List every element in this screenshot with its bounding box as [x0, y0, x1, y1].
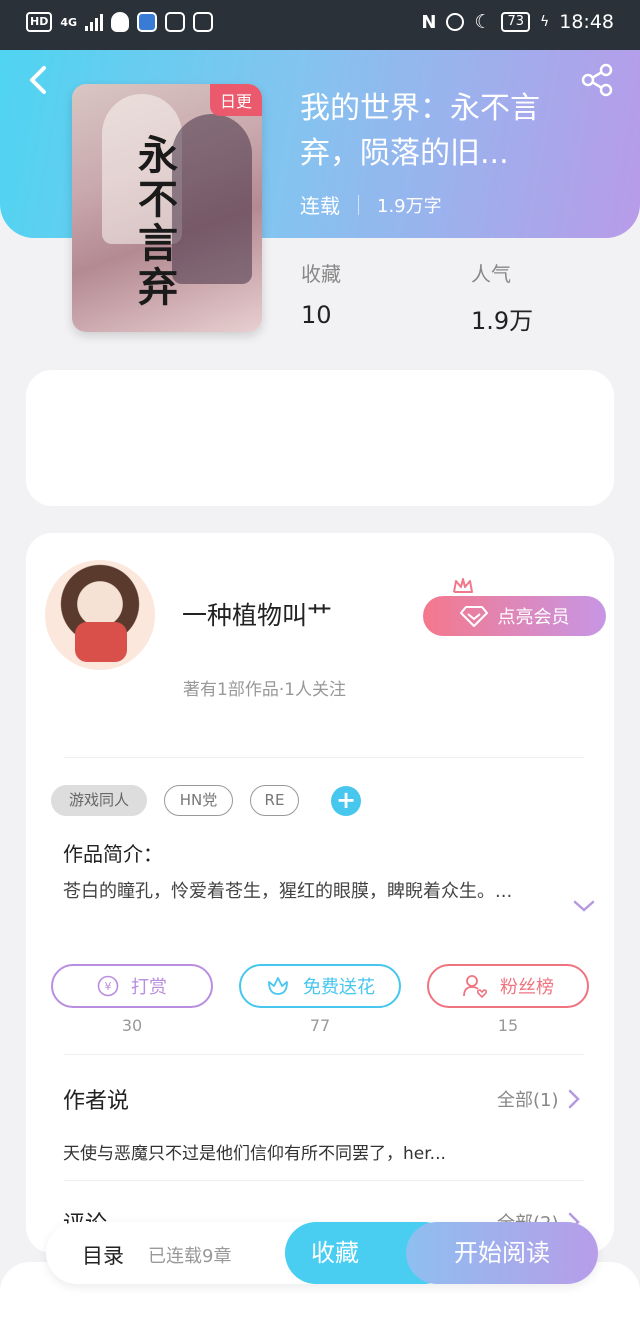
stat-label: 人气	[471, 262, 511, 286]
fan-ranking-label: 粉丝榜	[500, 977, 554, 998]
book-meta: 连载 1.9万字	[300, 190, 442, 219]
author-name[interactable]: 一种植物叫艹	[182, 596, 332, 632]
hd-indicator: HD	[26, 12, 53, 32]
vip-button-label: 点亮会员	[497, 607, 570, 628]
crown-icon	[453, 578, 473, 593]
qq-icon	[111, 12, 130, 32]
tip-label: 打赏	[131, 977, 167, 998]
author-says-all-link[interactable]: 全部(1)	[497, 1086, 581, 1112]
word-count: 1.9万字	[377, 195, 442, 217]
gallery-app-icon	[193, 12, 214, 32]
cover-char: 不	[138, 176, 178, 223]
cover-char: 言	[138, 220, 178, 267]
svg-text:¥: ¥	[105, 980, 112, 993]
book-title-line: 我的世界：永不言	[300, 91, 540, 126]
moon-icon: ☾	[474, 11, 492, 33]
chevron-right-icon	[568, 1089, 580, 1109]
book-title-line: 弃，陨落的旧...	[300, 136, 509, 171]
author-subtitle: 著有1部作品·1人关注	[183, 680, 347, 700]
status-bar: HD 4G N ☾ 73 ϟ 18:48	[0, 0, 640, 50]
stat-popularity: 人气 1.9万	[471, 258, 533, 336]
add-tag-button[interactable]: +	[331, 786, 361, 816]
divider	[64, 757, 584, 758]
yen-coin-icon: ¥	[97, 975, 119, 997]
back-arrow-icon[interactable]	[24, 62, 54, 98]
meta-divider	[358, 194, 359, 215]
signal-icon	[85, 13, 104, 31]
stat-value: 1.9万	[471, 307, 534, 335]
fan-user-icon	[463, 975, 488, 998]
start-reading-button[interactable]: 开始阅读	[406, 1222, 598, 1284]
tag-re[interactable]: RE	[250, 785, 299, 816]
divider	[64, 1180, 584, 1181]
cover-char: 永	[138, 132, 178, 179]
author-says-title: 作者说	[63, 1089, 130, 1114]
serial-status: 连载	[300, 194, 340, 218]
fan-count: 15	[497, 1016, 519, 1035]
alarm-icon	[446, 13, 465, 31]
stat-label: 收藏	[301, 262, 341, 286]
network-type: 4G	[60, 15, 78, 29]
clock-time: 18:48	[559, 11, 614, 33]
tip-button[interactable]: ¥ 打赏	[51, 964, 213, 1008]
chevron-down-icon[interactable]	[572, 896, 596, 916]
intro-text: 苍白的瞳孔，怜爱着苍生，猩红的眼膜，睥睨着众生。...	[63, 881, 513, 902]
nfc-icon: N	[421, 11, 437, 33]
flower-icon	[268, 977, 288, 995]
diamond-icon	[459, 606, 488, 627]
bulb-app-icon	[137, 12, 158, 32]
flower-count: 77	[309, 1016, 331, 1035]
send-flower-button[interactable]: 免费送花	[239, 964, 401, 1008]
tip-count: 30	[121, 1016, 143, 1035]
book-cover[interactable]: 永 不 言 弃 日更	[72, 84, 262, 332]
cover-calligraphy: 永 不 言 弃	[128, 134, 188, 310]
vip-button[interactable]: 点亮会员	[423, 596, 606, 636]
divider	[64, 1054, 584, 1055]
tag-hn[interactable]: HN党	[164, 785, 233, 816]
author-avatar[interactable]	[45, 560, 155, 670]
stat-value: 10	[301, 301, 332, 329]
send-flower-label: 免费送花	[303, 977, 375, 998]
stat-favorites: 收藏 10	[301, 258, 341, 329]
mail-app-icon	[165, 12, 186, 32]
intro-title: 作品简介：	[63, 842, 163, 866]
daily-update-badge: 日更	[209, 84, 262, 116]
fan-ranking-button[interactable]: 粉丝榜	[427, 964, 589, 1008]
tag-game-fanfic[interactable]: 游戏同人	[51, 785, 147, 816]
status-bar-right: N ☾ 73 ϟ 18:48	[421, 11, 614, 33]
status-bar-left: HD 4G	[26, 12, 214, 32]
author-says-text[interactable]: 天使与恶魔只不过是他们信仰有所不同罢了，her...	[63, 1139, 446, 1164]
battery-indicator: 73	[501, 12, 530, 32]
toc-button[interactable]: 目录	[82, 1240, 124, 1270]
book-title: 我的世界：永不言 弃，陨落的旧...	[300, 86, 600, 176]
cover-char: 弃	[138, 264, 178, 311]
charging-icon: ϟ	[539, 14, 550, 30]
empty-card	[26, 370, 614, 506]
chapter-count[interactable]: 已连载9章	[148, 1242, 231, 1268]
author-says-all-label: 全部(1)	[497, 1090, 559, 1111]
